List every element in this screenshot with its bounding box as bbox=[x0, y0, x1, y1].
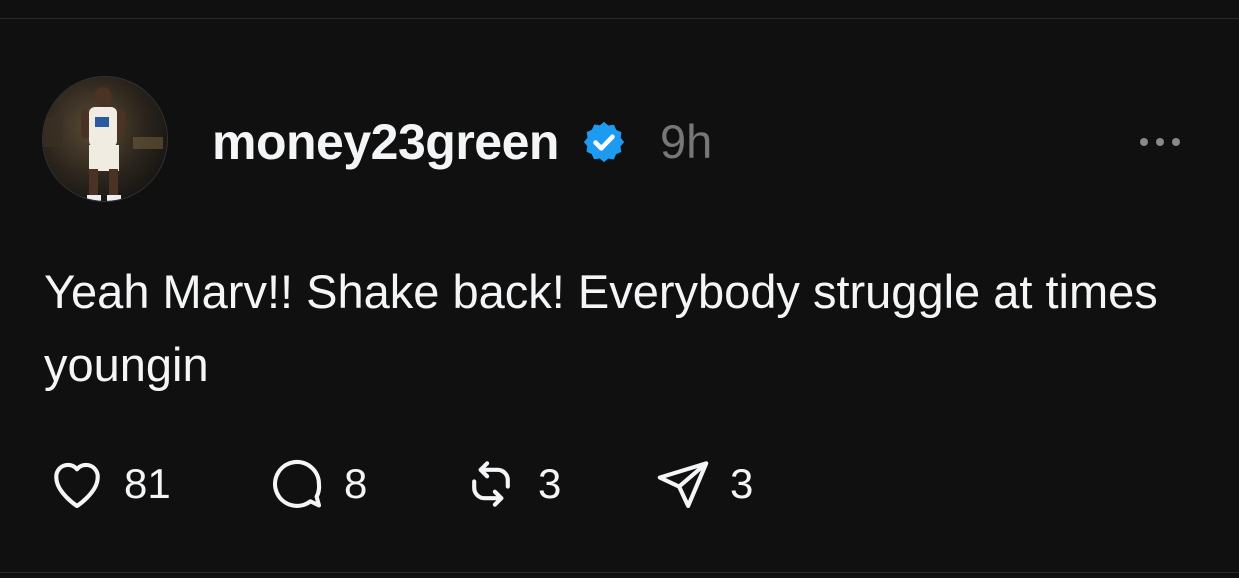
username[interactable]: money23green bbox=[212, 112, 559, 172]
repost-count: 3 bbox=[538, 460, 562, 507]
verified-badge-icon bbox=[583, 121, 625, 163]
avatar[interactable] bbox=[42, 76, 168, 202]
top-divider bbox=[0, 18, 1239, 19]
share-button[interactable]: 3 bbox=[650, 448, 753, 520]
post-timestamp: 9h bbox=[660, 115, 713, 168]
post-text: Yeah Marv!! Shake back! Everybody strugg… bbox=[44, 265, 1158, 391]
bottom-divider bbox=[0, 572, 1239, 573]
avatar-image bbox=[43, 77, 167, 201]
repost-icon bbox=[472, 461, 510, 507]
repost-button[interactable]: 3 bbox=[458, 448, 561, 520]
more-dots-icon bbox=[1140, 138, 1180, 146]
like-count: 81 bbox=[124, 460, 171, 507]
speech-bubble-icon bbox=[272, 459, 322, 508]
share-count: 3 bbox=[730, 460, 754, 507]
heart-icon bbox=[54, 462, 100, 509]
like-button[interactable]: 81 bbox=[44, 448, 171, 520]
reply-button[interactable]: 8 bbox=[264, 448, 367, 520]
paper-plane-icon bbox=[657, 461, 709, 509]
more-button[interactable] bbox=[1130, 122, 1190, 162]
reply-count: 8 bbox=[344, 460, 368, 507]
